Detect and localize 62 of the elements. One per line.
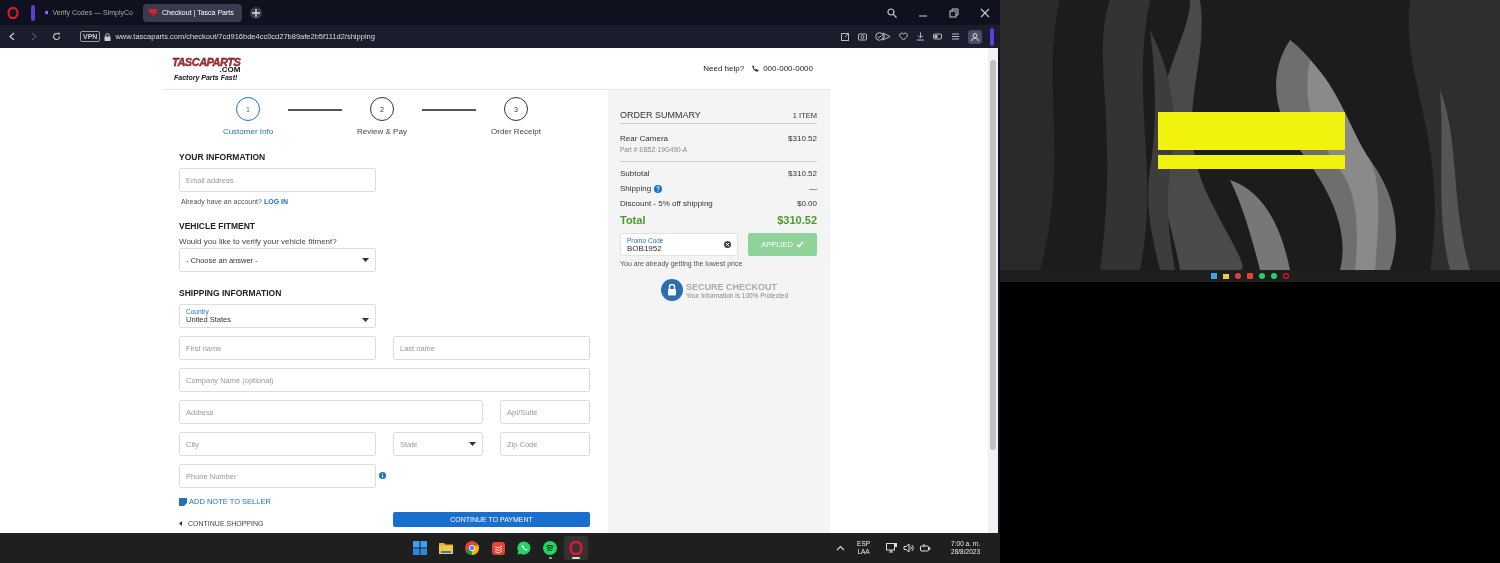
note-icon (179, 497, 187, 506)
new-tab-button[interactable] (250, 6, 262, 19)
clear-icon[interactable] (724, 241, 731, 248)
item-price: $310.52 (788, 134, 817, 143)
total-label: Discount - 5% off shipping (620, 199, 713, 208)
total-value: $310.52 (777, 214, 817, 226)
info-icon[interactable] (379, 472, 386, 479)
edit-icon[interactable] (841, 32, 850, 41)
scrollbar[interactable] (988, 48, 998, 533)
camera-icon[interactable] (858, 32, 867, 41)
search-icon[interactable] (887, 7, 897, 18)
heart-icon[interactable] (899, 32, 908, 41)
logo-wordmark[interactable]: TASCAPARTS (172, 56, 241, 68)
battery-icon[interactable] (933, 32, 943, 41)
caret-down-icon (362, 317, 369, 322)
check-circle-icon[interactable] (875, 32, 884, 41)
caret-down-icon (469, 442, 476, 446)
total-label: Shipping (620, 184, 652, 193)
monitor-icon[interactable] (886, 543, 898, 553)
summary-title: ORDER SUMMARY (620, 110, 701, 120)
total-label: Subtotal (620, 169, 650, 178)
padlock-icon (661, 279, 683, 301)
fitment-question: Would you like to verify your vehicle fitment? (179, 237, 338, 246)
menu-icon[interactable] (951, 32, 960, 41)
reload-icon[interactable] (52, 32, 61, 41)
restore-icon[interactable] (949, 7, 959, 18)
step-label: Order Receipt (491, 127, 541, 136)
section-heading: YOUR INFORMATION (179, 152, 267, 162)
back-arrow-icon (179, 521, 185, 526)
total-value: — (809, 184, 817, 193)
checkmark-favicon-icon (45, 8, 49, 17)
logo-domain: .COM (219, 65, 241, 74)
total-label: Total (620, 214, 646, 226)
speaker-icon[interactable] (903, 543, 915, 553)
secure-checkout-title: SECURE CHECKOUT (686, 281, 778, 292)
sidebar-marker (990, 27, 994, 46)
total-value: $0.00 (796, 199, 817, 208)
phone-icon (752, 65, 760, 72)
scrollbar-thumb[interactable] (990, 60, 996, 450)
total-value: $310.52 (788, 169, 817, 178)
step-label: Review & Pay (357, 127, 407, 136)
section-heading: SHIPPING INFORMATION (179, 288, 283, 298)
step-label: Customer Info (222, 127, 274, 136)
opera-logo-icon[interactable] (7, 6, 19, 19)
send-icon[interactable] (882, 32, 891, 41)
opera-icon[interactable] (564, 536, 588, 560)
profile-icon[interactable] (968, 29, 982, 44)
section-heading: VEHICLE FITMENT (179, 221, 257, 231)
help-icon[interactable] (654, 184, 663, 193)
battery-icon[interactable] (920, 543, 932, 553)
help-label: Need help? (703, 64, 745, 73)
caret-down-icon (362, 258, 369, 262)
help-phone[interactable]: 000-000-0000 (763, 64, 813, 73)
caret-up-icon[interactable] (836, 545, 846, 551)
parts-favicon-icon (149, 8, 158, 17)
checkmark-icon (795, 241, 804, 248)
download-icon[interactable] (916, 32, 925, 41)
sidebar-marker (31, 4, 35, 21)
back-icon[interactable] (8, 32, 16, 41)
close-icon[interactable] (980, 7, 990, 18)
item-name: Rear Camera (620, 134, 668, 143)
lock-icon (104, 32, 112, 41)
